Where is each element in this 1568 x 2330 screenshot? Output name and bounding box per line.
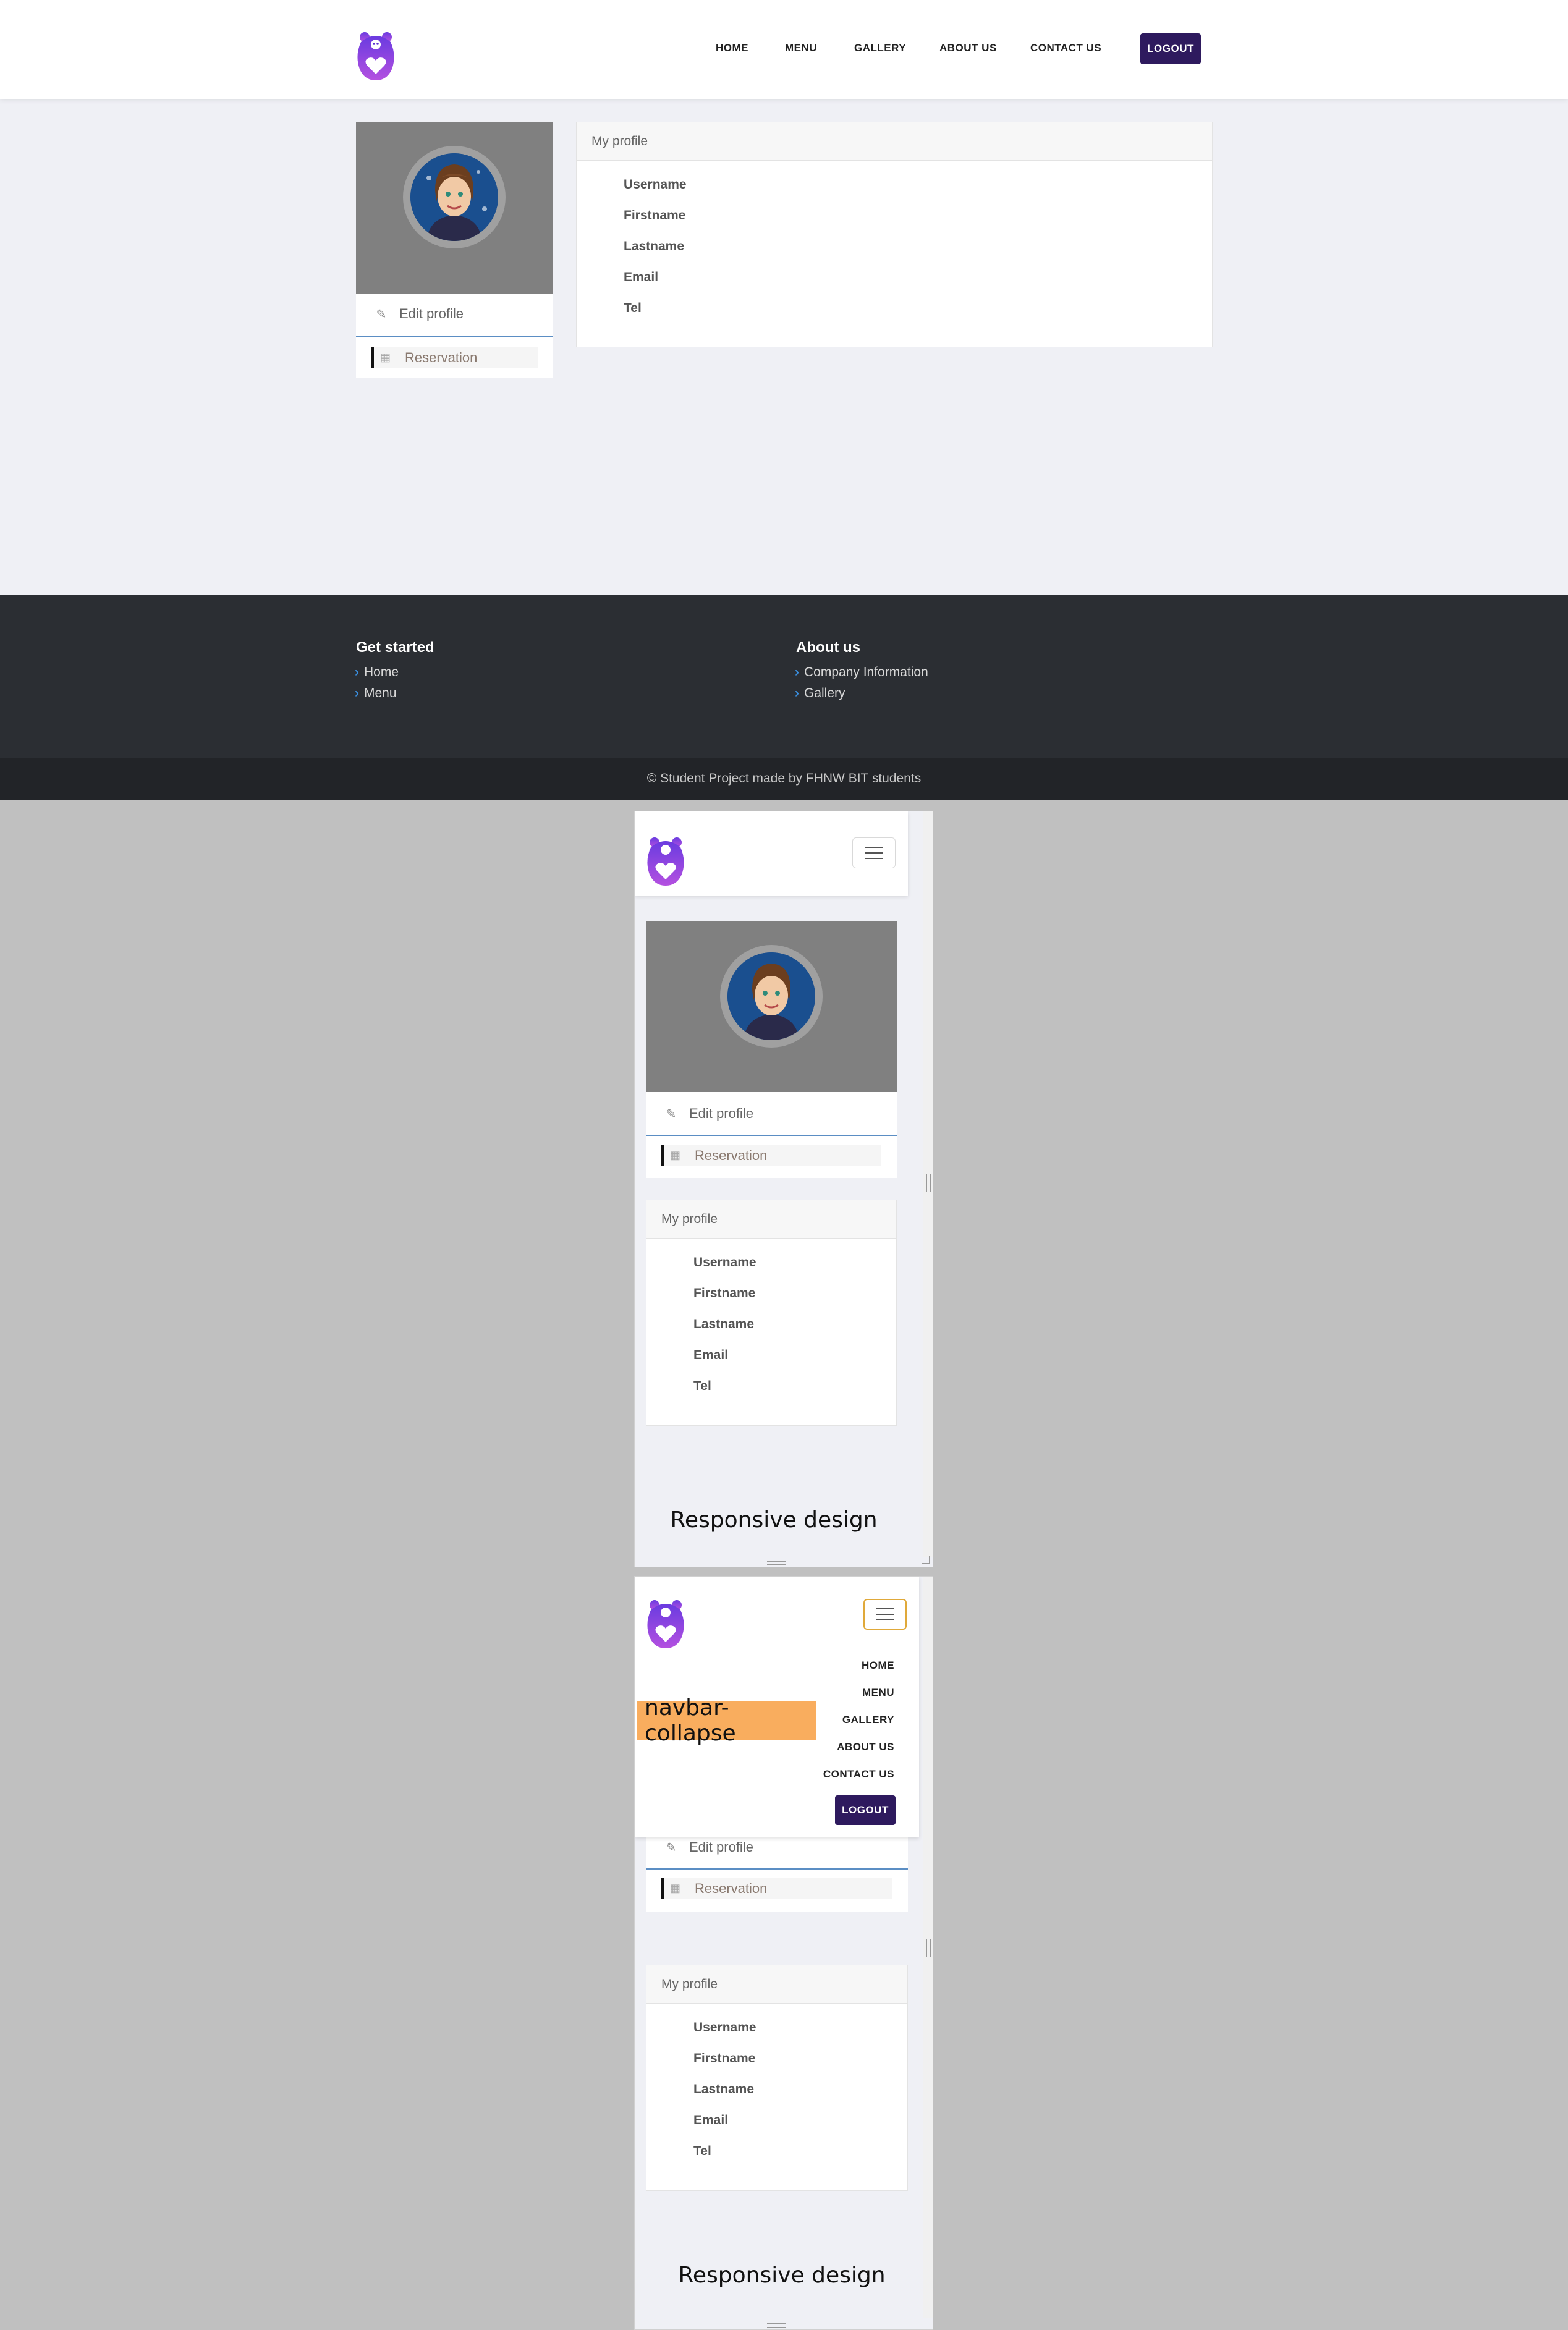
profile-panel-header: My profile (646, 1965, 907, 2004)
nav-menu[interactable]: MENU (785, 42, 817, 54)
footer-about-title: About us (796, 639, 860, 656)
avatar-image (727, 952, 815, 1040)
field-email: Email (693, 2113, 729, 2127)
nav-gallery[interactable]: GALLERY (854, 42, 906, 54)
footer-link-gallery[interactable]: › Gallery (795, 686, 845, 701)
field-lastname: Lastname (693, 1317, 755, 1331)
reservation-link[interactable]: ▦ Reservation (661, 1878, 892, 1899)
reservation-label: Reservation (405, 350, 478, 365)
footer-link-home[interactable]: › Home (355, 665, 399, 680)
field-username: Username (624, 177, 687, 192)
reservation-label: Reservation (695, 1148, 768, 1163)
edit-profile-label: Edit profile (689, 1106, 753, 1121)
bear-logo-icon[interactable] (646, 836, 685, 886)
hamburger-menu-button[interactable] (852, 837, 896, 868)
field-firstname: Firstname (693, 2051, 756, 2065)
divider (356, 336, 553, 337)
nav-home[interactable]: HOME (862, 1659, 894, 1672)
field-tel: Tel (693, 2144, 711, 2158)
scroll-handle[interactable] (926, 1174, 931, 1192)
bear-logo-icon[interactable] (646, 1599, 685, 1648)
nav-contact-us[interactable]: CONTACT US (1030, 42, 1101, 54)
field-lastname: Lastname (624, 239, 685, 253)
avatar (403, 146, 506, 248)
footer-link-menu[interactable]: › Menu (355, 686, 397, 701)
copyright-bar: © Student Project made by FHNW BIT stude… (0, 758, 1568, 800)
footer-get-started-title: Get started (356, 639, 434, 656)
mobile-frame-collapsed: ✎ Edit profile ▦ Reservation My profile … (634, 811, 933, 1567)
nav-gallery[interactable]: GALLERY (842, 1714, 894, 1726)
desktop-view: HOME MENU GALLERY ABOUT US CONTACT US LO… (0, 0, 1568, 800)
calendar-icon: ▦ (670, 1882, 681, 1894)
vertical-scrollbar[interactable] (923, 811, 933, 1557)
reservation-label: Reservation (695, 1881, 768, 1896)
profile-sidecard: ✎ Edit profile ▦ Reservation (356, 122, 553, 378)
resize-grip[interactable] (767, 1561, 786, 1565)
scroll-handle[interactable] (926, 1939, 931, 1957)
nav-menu[interactable]: MENU (862, 1687, 894, 1699)
avatar (720, 945, 823, 1048)
field-email: Email (624, 270, 659, 284)
field-username: Username (693, 2020, 756, 2035)
logout-button[interactable]: LOGOUT (1140, 33, 1201, 64)
top-navbar: HOME MENU GALLERY ABOUT US CONTACT US LO… (0, 0, 1568, 99)
resize-grip[interactable] (767, 2323, 786, 2328)
mobile-frame-expanded: ✎ Edit profile ▦ Reservation navbar-coll… (634, 1576, 933, 2330)
field-lastname: Lastname (693, 2082, 755, 2096)
profile-panel-header: My profile (577, 122, 1212, 161)
bear-logo-icon[interactable] (356, 31, 396, 80)
edit-icon: ✎ (376, 307, 387, 321)
calendar-icon: ▦ (670, 1149, 681, 1161)
edit-profile-label: Edit profile (689, 1839, 753, 1855)
footer-link-company-info[interactable]: › Company Information (795, 665, 928, 680)
field-tel: Tel (693, 1379, 711, 1393)
resize-corner[interactable] (922, 1556, 930, 1564)
nav-contact-us[interactable]: CONTACT US (823, 1768, 894, 1781)
field-tel: Tel (624, 301, 642, 315)
calendar-icon: ▦ (380, 351, 391, 363)
nav-home[interactable]: HOME (716, 42, 748, 54)
field-username: Username (693, 1255, 756, 1269)
reservation-link[interactable]: ▦ Reservation (661, 1145, 881, 1166)
footer: Get started › Home › Menu About us › Compan… (0, 595, 1568, 758)
logout-button[interactable]: LOGOUT (835, 1795, 896, 1825)
field-email: Email (693, 1348, 729, 1362)
edit-profile-link[interactable]: ✎ Edit profile (664, 1836, 753, 1858)
navbar-collapse-label: navbar-collapse (637, 1695, 816, 1746)
reservation-link[interactable]: ▦ Reservation (371, 347, 538, 368)
edit-icon: ✎ (666, 1841, 677, 1855)
edit-profile-link[interactable]: ✎ Edit profile (664, 1103, 753, 1125)
responsive-caption: Responsive design (678, 2263, 886, 2288)
vertical-scrollbar[interactable] (923, 1577, 933, 2318)
divider (646, 1868, 908, 1870)
my-profile-panel: My profile Username Firstname Lastname E… (646, 1965, 908, 2191)
avatar-image (410, 153, 498, 241)
divider (646, 1135, 897, 1136)
hamburger-menu-button[interactable] (863, 1599, 907, 1630)
my-profile-panel: My profile Username Firstname Lastname E… (646, 1200, 897, 1426)
field-firstname: Firstname (693, 1286, 756, 1300)
mobile-navbar-expanded: navbar-collapse HOME MENU GALLERY ABOUT … (635, 1577, 919, 1837)
profile-panel-header: My profile (646, 1200, 896, 1239)
edit-profile-link[interactable]: ✎ Edit profile (375, 303, 464, 325)
profile-sidecard: ✎ Edit profile ▦ Reservation (646, 921, 897, 1178)
mobile-navbar (635, 811, 908, 896)
field-firstname: Firstname (624, 208, 686, 222)
edit-profile-label: Edit profile (399, 306, 464, 321)
responsive-caption: Responsive design (670, 1507, 878, 1533)
nav-about-us[interactable]: ABOUT US (939, 42, 997, 54)
my-profile-panel: My profile Username Firstname Lastname E… (576, 122, 1213, 347)
edit-icon: ✎ (666, 1107, 677, 1121)
nav-about-us[interactable]: ABOUT US (837, 1741, 894, 1753)
